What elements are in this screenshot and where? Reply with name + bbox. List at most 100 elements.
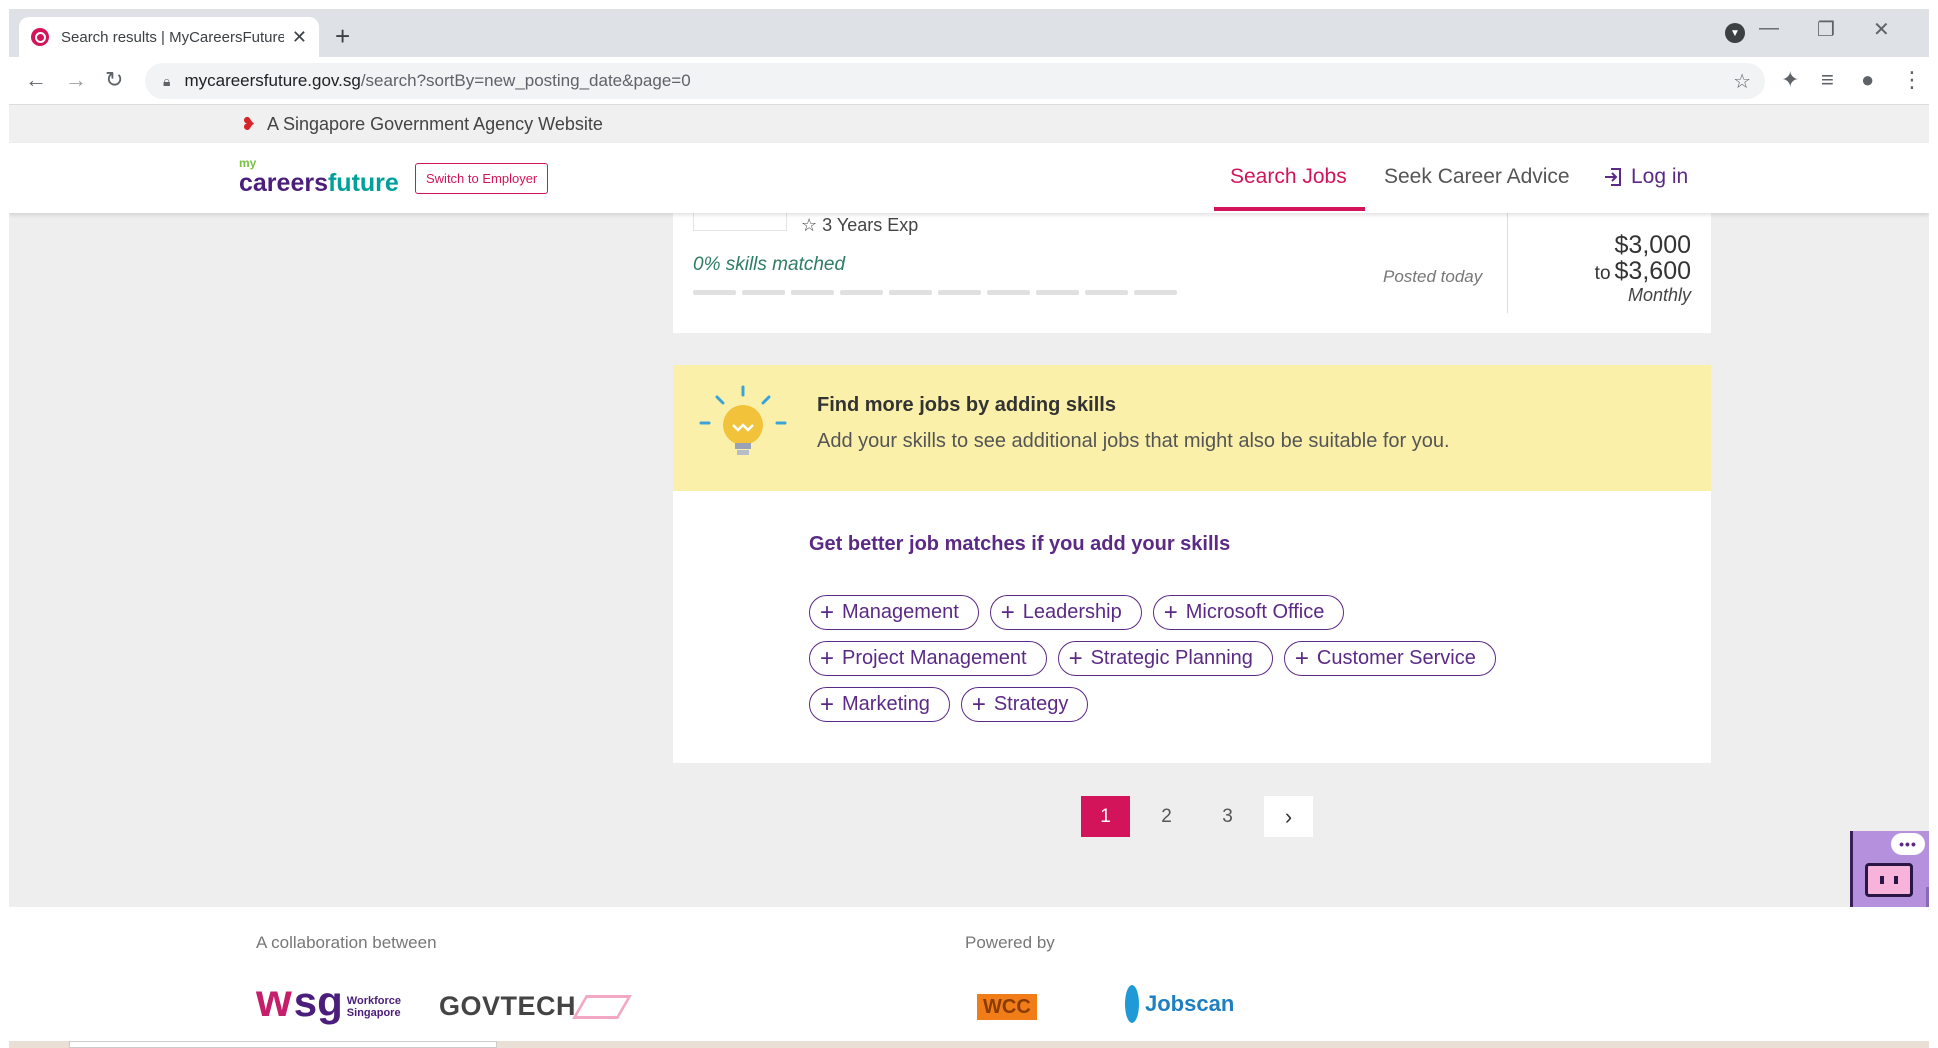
pagination: 1 2 3 › bbox=[1081, 796, 1313, 837]
add-skill-chip[interactable]: + Microsoft Office bbox=[1152, 595, 1345, 630]
govtech-logo[interactable]: GOVTECH bbox=[439, 991, 576, 1022]
site-header: my careersfuture Switch to Employer Sear… bbox=[9, 143, 1929, 213]
add-skill-chip[interactable]: + Management bbox=[809, 595, 979, 630]
page-3-button[interactable]: 3 bbox=[1203, 796, 1252, 837]
profile-icon[interactable]: ● bbox=[1861, 67, 1874, 93]
wsg-logo-w: w bbox=[256, 974, 292, 1026]
promo-description: Add your skills to see additional jobs t… bbox=[817, 430, 1450, 452]
skill-label: Strategy bbox=[993, 693, 1069, 715]
plus-icon: + bbox=[1068, 644, 1083, 672]
skills-panel-title: Get better job matches if you add your s… bbox=[809, 533, 1231, 555]
add-skill-chip[interactable]: + Leadership bbox=[989, 595, 1142, 630]
gov-banner-text: A Singapore Government Agency Website bbox=[267, 114, 603, 134]
salary-to-value: $3,600 bbox=[1614, 257, 1691, 285]
star-icon: ☆ bbox=[801, 215, 818, 235]
add-skill-chip[interactable]: + Strategy bbox=[960, 687, 1089, 722]
company-logo bbox=[693, 213, 787, 231]
address-bar[interactable]: 🔒︎ mycareersfuture.gov.sg /search?sortBy… bbox=[145, 63, 1765, 99]
promo-title: Find more jobs by adding skills bbox=[817, 394, 1116, 416]
salary-period: Monthly bbox=[1627, 285, 1691, 305]
url-path: /search?sortBy=new_posting_date&page=0 bbox=[360, 71, 691, 90]
url-host: mycareersfuture.gov.sg bbox=[184, 71, 361, 90]
bookmark-star-icon[interactable]: ☆ bbox=[1733, 69, 1751, 94]
restore-icon[interactable]: ❐ bbox=[1817, 17, 1835, 42]
wsg-sub-line-1: Workforce bbox=[346, 995, 401, 1007]
wcc-logo[interactable]: WCC bbox=[977, 994, 1037, 1020]
collaboration-label: A collaboration between bbox=[256, 933, 437, 952]
logo-my: my bbox=[239, 156, 257, 170]
lock-icon: 🔒︎ bbox=[163, 72, 171, 89]
close-tab-icon[interactable]: ✕ bbox=[292, 27, 307, 48]
browser-tab-active[interactable]: Search results | MyCareersFuture ✕ bbox=[19, 17, 319, 57]
page-2-button[interactable]: 2 bbox=[1142, 796, 1191, 837]
next-page-button[interactable]: › bbox=[1264, 796, 1313, 837]
tab-search-icon[interactable]: ▼ bbox=[1725, 23, 1745, 43]
experience-text: 3 Years Exp bbox=[822, 215, 919, 235]
extensions-icon[interactable]: ✦ bbox=[1781, 67, 1799, 93]
login-icon bbox=[1605, 168, 1621, 186]
tab-title: Search results | MyCareersFuture bbox=[61, 28, 284, 46]
jobscan-label: Jobscan bbox=[1145, 991, 1235, 1016]
skill-chip-row: + Marketing + Strategy bbox=[809, 687, 1089, 722]
plus-icon: + bbox=[1000, 598, 1015, 626]
media-control-icon[interactable]: ≡ bbox=[1821, 67, 1834, 93]
wsg-logo[interactable]: w sg Workforce Singapore bbox=[256, 977, 401, 1023]
skill-label: Strategic Planning bbox=[1090, 647, 1253, 669]
add-skill-chip[interactable]: + Strategic Planning bbox=[1057, 641, 1273, 676]
wsg-logo-sg: sg bbox=[293, 978, 343, 1025]
site-favicon-icon bbox=[31, 28, 49, 46]
login-label: Log in bbox=[1631, 165, 1689, 188]
salary-from: $3,000 bbox=[1614, 231, 1691, 259]
job-experience: ☆ 3 Years Exp bbox=[801, 215, 918, 236]
nav-seek-career-advice[interactable]: Seek Career Advice bbox=[1384, 165, 1570, 189]
back-icon[interactable]: ← bbox=[25, 67, 47, 93]
powered-by-label: Powered by bbox=[965, 933, 1055, 952]
new-tab-button[interactable]: + bbox=[335, 21, 350, 52]
browser-window: Search results | MyCareersFuture ✕ + ▼ —… bbox=[9, 9, 1929, 1048]
skills-promo-banner: Find more jobs by adding skills Add your… bbox=[673, 365, 1711, 491]
skill-label: Customer Service bbox=[1316, 647, 1476, 669]
menu-icon[interactable]: ⋮ bbox=[1901, 67, 1923, 93]
wsg-logo-subtitle: Workforce Singapore bbox=[347, 995, 401, 1019]
skill-chip-row: + Project Management + Strategic Planning … bbox=[809, 641, 1496, 676]
skill-label: Microsoft Office bbox=[1185, 601, 1325, 623]
taskbar-fragment bbox=[9, 1041, 1929, 1048]
minimize-icon[interactable]: — bbox=[1759, 17, 1779, 40]
lightbulb-icon bbox=[699, 385, 787, 455]
gov-banner: ❥ A Singapore Government Agency Website bbox=[9, 105, 1929, 143]
page-1-button[interactable]: 1 bbox=[1081, 796, 1130, 837]
nav-active-underline bbox=[1214, 207, 1365, 211]
forward-icon[interactable]: → bbox=[65, 67, 87, 93]
skill-label: Leadership bbox=[1022, 601, 1122, 623]
job-card[interactable]: ☆ 3 Years Exp 0% skills matched Posted t… bbox=[673, 213, 1711, 333]
browser-toolbar: ← → ↻ 🔒︎ mycareersfuture.gov.sg /search?… bbox=[9, 57, 1929, 105]
nav-log-in[interactable]: Log in bbox=[1603, 165, 1688, 189]
jobscan-drop-icon bbox=[1125, 985, 1139, 1023]
jobscan-logo[interactable]: Jobscan bbox=[1125, 985, 1234, 1023]
add-skill-chip[interactable]: + Project Management bbox=[809, 641, 1047, 676]
plus-icon: + bbox=[1294, 644, 1309, 672]
plus-icon: + bbox=[820, 598, 835, 626]
add-skill-chip[interactable]: + Customer Service bbox=[1283, 641, 1496, 676]
chatbot-face-icon bbox=[1865, 863, 1913, 897]
chatbot-launcher[interactable]: ••• bbox=[1850, 831, 1929, 909]
add-skill-chip[interactable]: + Marketing bbox=[809, 687, 950, 722]
nav-search-jobs[interactable]: Search Jobs bbox=[1230, 165, 1347, 189]
tab-strip: Search results | MyCareersFuture ✕ + ▼ —… bbox=[9, 9, 1929, 57]
salary-to: to $3,600 bbox=[1595, 257, 1691, 286]
plus-icon: + bbox=[820, 690, 835, 718]
skill-chip-row: + Management + Leadership + Microsoft Offic… bbox=[809, 595, 1345, 630]
wsg-sub-line-2: Singapore bbox=[346, 1007, 401, 1019]
chat-bubble-icon: ••• bbox=[1891, 833, 1925, 855]
logo-careers: careers bbox=[239, 169, 328, 197]
switch-to-employer-button[interactable]: Switch to Employer bbox=[415, 163, 549, 194]
salary-to-prefix: to bbox=[1594, 263, 1611, 284]
skill-label: Project Management bbox=[842, 647, 1027, 669]
mycareersfuture-logo[interactable]: my careersfuture bbox=[239, 157, 399, 198]
taskbar-search-box[interactable] bbox=[69, 1041, 497, 1048]
close-window-icon[interactable]: ✕ bbox=[1873, 17, 1890, 42]
posted-date: Posted today bbox=[1383, 267, 1483, 286]
reload-icon[interactable]: ↻ bbox=[105, 67, 123, 93]
logo-future: future bbox=[327, 169, 399, 197]
plus-icon: + bbox=[820, 644, 835, 672]
